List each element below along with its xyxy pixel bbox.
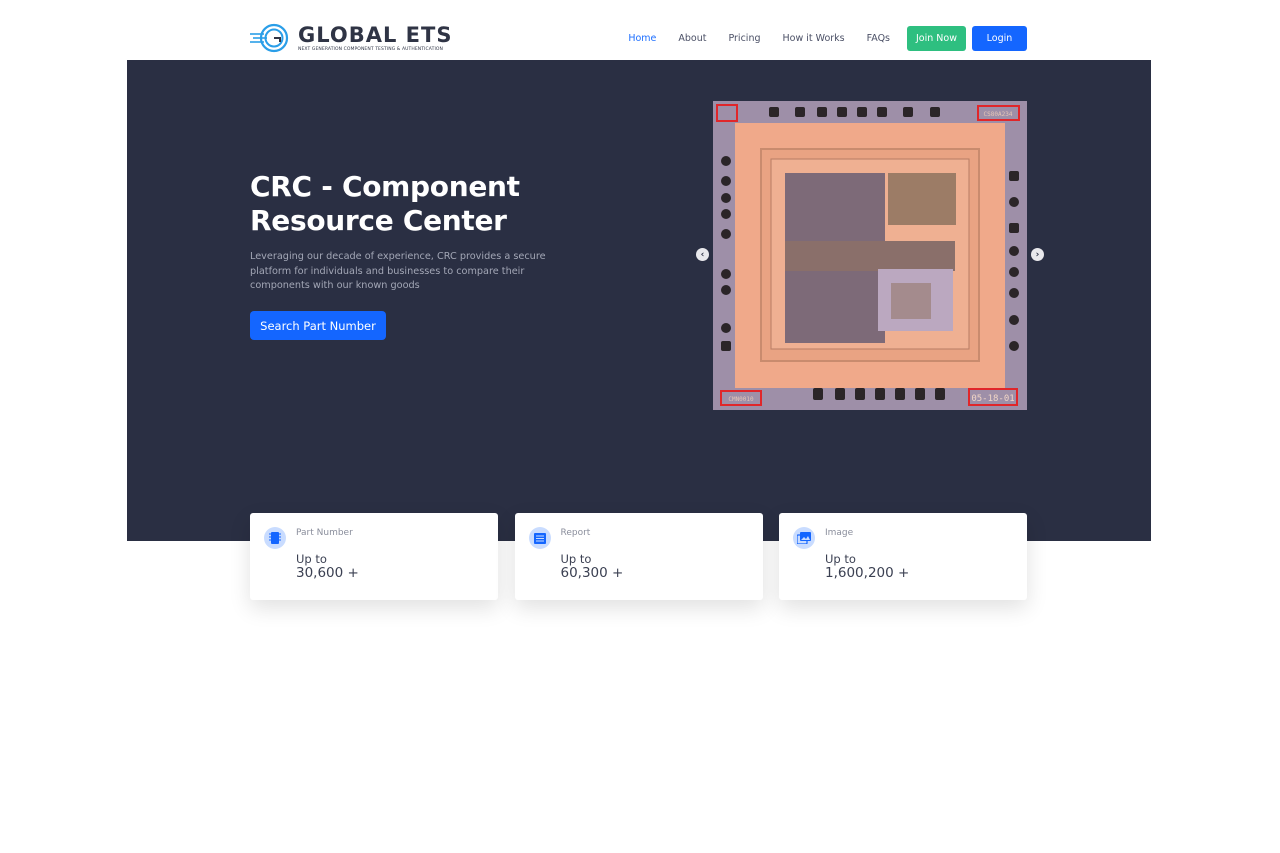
stat-label: Part Number xyxy=(296,528,353,538)
hero-section: CRC - Component Resource Center Leveragi… xyxy=(127,60,1151,541)
stat-value: 1,600,200 + xyxy=(825,565,910,581)
nav-faqs[interactable]: FAQs xyxy=(867,33,890,44)
logo[interactable]: GLOBAL ETS NEXT GENERATION COMPONENT TES… xyxy=(250,22,452,54)
chip-label-bottom-right: 05-18-01 xyxy=(971,394,1014,404)
main-nav: Home About Pricing How it Works FAQs Joi… xyxy=(606,26,1027,51)
stat-card-image: Image Up to 1,600,200 + xyxy=(779,513,1027,600)
stat-card-part-number: Part Number Up to 30,600 + xyxy=(250,513,498,600)
chip-die-image: CS80A234 CMN0010 05-18-01 xyxy=(713,101,1027,410)
hero-description: Leveraging our decade of experience, CRC… xyxy=(250,251,546,291)
logo-title: GLOBAL ETS xyxy=(298,23,453,47)
chip-label-top-right: CS80A234 xyxy=(984,111,1013,118)
logo-subtitle: NEXT GENERATION COMPONENT TESTING & AUTH… xyxy=(298,47,443,52)
nav-how-it-works[interactable]: How it Works xyxy=(783,33,845,44)
stat-value: 60,300 + xyxy=(560,565,624,581)
chevron-right-icon: › xyxy=(1035,249,1040,260)
stats-row: Part Number Up to 30,600 + Report Up to … xyxy=(250,513,1044,600)
nav-about[interactable]: About xyxy=(678,33,706,44)
nav-pricing[interactable]: Pricing xyxy=(728,33,760,44)
nav-home[interactable]: Home xyxy=(628,33,656,44)
carousel-next-button[interactable]: › xyxy=(1031,248,1044,261)
chevron-left-icon: ‹ xyxy=(700,249,705,260)
chip-label-bottom-left: CMN0010 xyxy=(728,396,754,403)
stat-upto: Up to xyxy=(825,552,856,566)
logo-icon xyxy=(250,23,289,53)
stat-upto: Up to xyxy=(560,552,592,566)
stat-label: Image xyxy=(825,528,854,538)
chip-icon xyxy=(264,527,286,549)
carousel-prev-button[interactable]: ‹ xyxy=(696,248,709,261)
join-now-button[interactable]: Join Now xyxy=(907,26,966,51)
list-icon xyxy=(528,527,551,549)
stat-value: 30,600 + xyxy=(296,565,359,581)
hero-title: CRC - Component Resource Center xyxy=(250,170,520,237)
site-header: GLOBAL ETS NEXT GENERATION COMPONENT TES… xyxy=(0,0,1280,60)
search-part-number-button[interactable]: Search Part Number xyxy=(250,311,386,340)
stat-label: Report xyxy=(560,528,591,538)
login-button[interactable]: Login xyxy=(972,26,1027,51)
stat-upto: Up to xyxy=(296,552,327,566)
images-icon xyxy=(793,527,815,549)
image-carousel: CS80A234 CMN0010 05-18-01 xyxy=(713,101,1027,410)
stat-card-report: Report Up to 60,300 + xyxy=(514,513,763,600)
